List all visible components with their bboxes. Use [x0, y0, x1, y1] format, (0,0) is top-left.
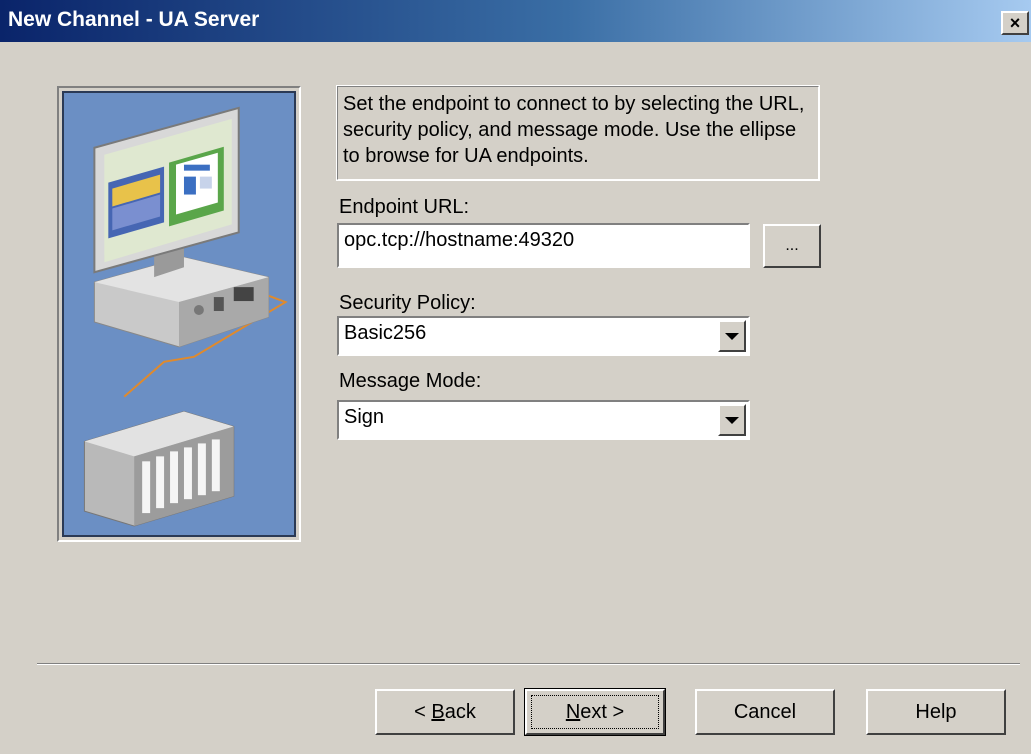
message-mode-dropdown-button[interactable]	[718, 404, 746, 436]
back-button-label: ack	[444, 701, 476, 723]
instructions-text: Set the endpoint to connect to by select…	[343, 93, 805, 167]
computer-network-plc-illustration	[64, 93, 294, 535]
cancel-button[interactable]: Cancel	[695, 689, 835, 735]
security-policy-value: Basic256	[344, 322, 427, 344]
close-icon: ×	[1009, 13, 1021, 33]
close-button[interactable]: ×	[1001, 11, 1029, 35]
wizard-illustration-frame	[57, 86, 301, 542]
chevron-down-icon	[725, 416, 739, 424]
back-button-accelerator: B	[431, 701, 445, 723]
help-button[interactable]: Help	[866, 689, 1006, 735]
message-mode-label: Message Mode:	[339, 370, 482, 392]
window-title: New Channel - UA Server	[8, 8, 260, 31]
title-bar: New Channel - UA Server ×	[0, 0, 1031, 42]
next-button-label: ext >	[580, 701, 625, 723]
message-mode-select[interactable]: Sign	[337, 400, 750, 440]
back-button-prefix: <	[414, 701, 432, 723]
security-policy-label: Security Policy:	[339, 292, 476, 314]
endpoint-url-value: opc.tcp://hostname:49320	[344, 229, 575, 251]
browse-endpoints-button[interactable]: ...	[763, 224, 821, 268]
endpoint-url-label: Endpoint URL:	[339, 196, 470, 218]
separator-line	[37, 663, 1020, 665]
message-mode-value: Sign	[344, 406, 385, 428]
next-button-accelerator: N	[565, 701, 581, 723]
instructions-box: Set the endpoint to connect to by select…	[336, 85, 820, 181]
chevron-down-icon	[725, 332, 739, 340]
wizard-illustration	[62, 91, 296, 537]
security-policy-dropdown-button[interactable]	[718, 320, 746, 352]
security-policy-select[interactable]: Basic256	[337, 316, 750, 356]
next-button[interactable]: Next >	[524, 688, 666, 736]
back-button[interactable]: < Back	[375, 689, 515, 735]
endpoint-url-input[interactable]: opc.tcp://hostname:49320	[337, 223, 750, 268]
